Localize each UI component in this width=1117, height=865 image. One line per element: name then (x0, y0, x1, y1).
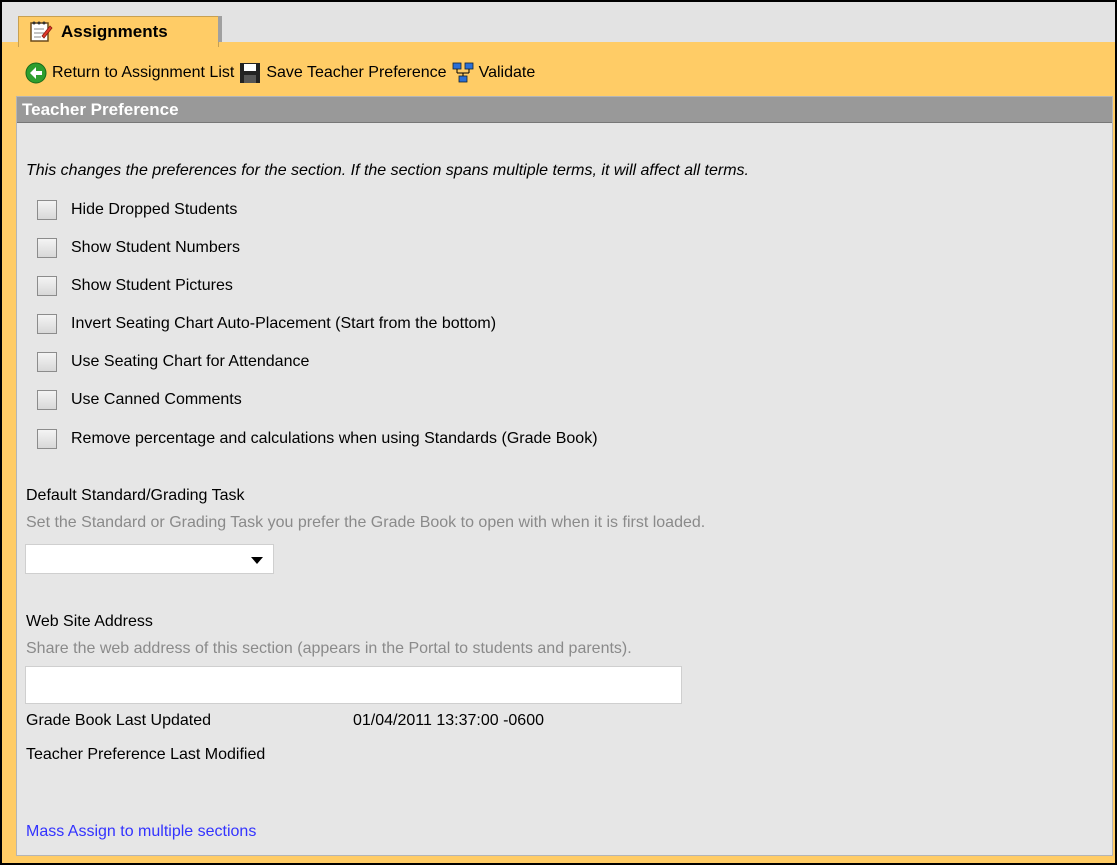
tab-divider (218, 16, 222, 42)
canned-comments-checkbox[interactable] (37, 390, 57, 410)
invert-seating-checkbox[interactable] (37, 314, 57, 334)
checkbox-row-remove-percentage[interactable]: Remove percentage and calculations when … (37, 427, 598, 451)
notepad-icon (30, 21, 53, 42)
mass-assign-link[interactable]: Mass Assign to multiple sections (26, 823, 256, 841)
app-frame: Assignments Return to Assignment List Sa… (0, 0, 1117, 865)
tab-assignments[interactable]: Assignments (18, 16, 219, 47)
checkbox-row-seating-attendance[interactable]: Use Seating Chart for Attendance (37, 350, 309, 374)
tab-strip: Assignments (2, 2, 1115, 47)
save-button[interactable]: Save Teacher Preference (238, 61, 447, 85)
student-numbers-checkbox[interactable] (37, 238, 57, 258)
default-task-heading: Default Standard/Grading Task (26, 487, 245, 504)
checkbox-label: Invert Seating Chart Auto-Placement (Sta… (71, 315, 497, 332)
floppy-disk-icon (240, 63, 261, 83)
checkbox-label: Remove percentage and calculations when … (71, 430, 598, 447)
gradebook-updated-label: Grade Book Last Updated (26, 712, 212, 729)
checkbox-label: Show Student Numbers (71, 239, 240, 256)
checkbox-row-hide-dropped[interactable]: Hide Dropped Students (37, 198, 237, 222)
back-arrow-icon (25, 62, 47, 84)
return-label: Return to Assignment List (52, 64, 235, 81)
default-task-hint: Set the Standard or Grading Task you pre… (26, 514, 706, 531)
checkbox-label: Use Canned Comments (71, 391, 242, 408)
dropdown-arrow-icon (251, 557, 263, 564)
checkbox-row-canned-comments[interactable]: Use Canned Comments (37, 388, 242, 412)
checkbox-row-student-pictures[interactable]: Show Student Pictures (37, 274, 233, 298)
remove-percentage-checkbox[interactable] (37, 429, 57, 449)
validate-label: Validate (478, 64, 536, 81)
panel-title: Teacher Preference (17, 97, 1112, 123)
seating-attendance-checkbox[interactable] (37, 352, 57, 372)
checkbox-row-student-numbers[interactable]: Show Student Numbers (37, 236, 240, 260)
pref-modified-label: Teacher Preference Last Modified (26, 746, 266, 763)
checkbox-label: Show Student Pictures (71, 277, 233, 294)
website-heading: Web Site Address (26, 613, 153, 630)
teacher-preference-panel: Teacher Preference This changes the pref… (16, 96, 1113, 856)
panel-description: This changes the preferences for the sec… (26, 162, 749, 179)
hierarchy-icon (452, 62, 473, 83)
return-button[interactable]: Return to Assignment List (24, 61, 234, 85)
save-label: Save Teacher Preference (266, 64, 447, 81)
website-input[interactable] (25, 666, 682, 704)
hide-dropped-checkbox[interactable] (37, 200, 57, 220)
tab-label: Assignments (61, 22, 168, 41)
student-pictures-checkbox[interactable] (37, 276, 57, 296)
gradebook-updated-value: 01/04/2011 13:37:00 -0600 (353, 712, 544, 729)
checkbox-label: Use Seating Chart for Attendance (71, 353, 310, 370)
toolbar: Return to Assignment List Save Teacher P… (24, 60, 535, 86)
validate-button[interactable]: Validate (451, 61, 536, 85)
checkbox-label: Hide Dropped Students (71, 201, 238, 218)
checkbox-row-invert-seating[interactable]: Invert Seating Chart Auto-Placement (Sta… (37, 312, 496, 336)
website-hint: Share the web address of this section (a… (26, 640, 632, 657)
default-task-select[interactable] (25, 544, 274, 574)
